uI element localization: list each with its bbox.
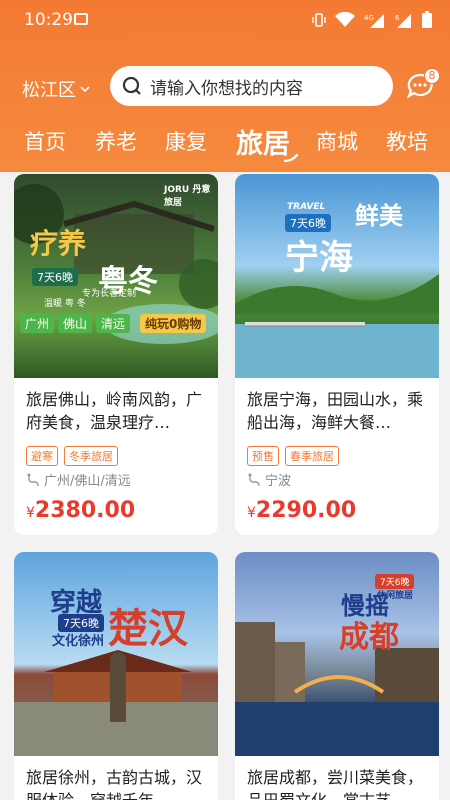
location-text: 广州/佛山/清远 bbox=[44, 474, 131, 489]
tab-mall[interactable]: 商城 bbox=[316, 126, 358, 156]
brand-logo-text: JORU 丹意旅居 bbox=[164, 185, 211, 208]
product-card[interactable]: 慢摇 7天6晚 休闲旅居 成都 旅居成都，尝川菜美食，品巴蜀文化，赏古艺… bbox=[235, 552, 439, 800]
image-chip-2: 佛山 bbox=[58, 314, 93, 333]
vibrate-icon bbox=[312, 12, 326, 27]
tab-education[interactable]: 教培 bbox=[386, 126, 428, 156]
product-card[interactable]: TRAVEL 鲜美 7天6晚 宁海 旅居宁海，田园山水，乘船出海，海鲜大餐… 预… bbox=[235, 174, 439, 535]
product-tags: 预售 春季旅居 bbox=[247, 446, 339, 466]
image-days-badge: 7天6晚 bbox=[32, 268, 78, 286]
product-tag: 避寒 bbox=[26, 446, 58, 466]
palace-illustration bbox=[14, 650, 218, 756]
product-image: TRAVEL 鲜美 7天6晚 宁海 bbox=[235, 174, 439, 378]
location-search-bar: 松江区 请输入你想找的内容 8 bbox=[0, 66, 450, 108]
product-title: 旅居宁海，田园山水，乘船出海，海鲜大餐… bbox=[247, 390, 424, 432]
image-title-2: 楚汉 bbox=[108, 606, 188, 652]
battery-icon bbox=[422, 11, 432, 28]
image-chip-3: 清远 bbox=[96, 314, 131, 333]
status-time: 10:29 bbox=[24, 10, 73, 30]
product-card[interactable]: 穿越 7天6晚 文化徐州 楚汉 旅居徐州，古韵古城，汉服体验，穿越千年… bbox=[14, 552, 218, 800]
wifi-icon bbox=[335, 11, 355, 27]
product-title: 旅居徐州，古韵古城，汉服体验，穿越千年… bbox=[26, 768, 203, 800]
image-title-2: 成都 bbox=[339, 620, 399, 655]
price-value: 2290.00 bbox=[255, 498, 357, 523]
route-icon bbox=[27, 473, 39, 486]
active-tab-indicator bbox=[284, 154, 298, 162]
signal-icon: 6 bbox=[395, 13, 411, 28]
image-days-badge: 7天6晚 bbox=[375, 574, 415, 589]
district-label: 松江区 bbox=[22, 80, 76, 101]
image-english-title: TRAVEL bbox=[287, 202, 326, 212]
image-chip-1: 广州 bbox=[20, 314, 55, 333]
product-tag: 冬季旅居 bbox=[64, 446, 118, 466]
svg-text:4G: 4G bbox=[364, 14, 374, 22]
district-selector[interactable]: 松江区 bbox=[22, 76, 90, 102]
product-title: 旅居成都，尝川菜美食，品巴蜀文化，赏古艺… bbox=[247, 768, 424, 800]
status-icons: 4G 6 bbox=[312, 11, 432, 28]
gallery-notification-icon bbox=[74, 13, 88, 25]
message-badge: 8 bbox=[424, 68, 440, 84]
app-header: 10:29 4G 6 松江区 请输入你想找的内容 8 首页 养老 康复 旅居 商… bbox=[0, 0, 450, 172]
image-promo-badge: 纯玩0购物 bbox=[140, 314, 207, 333]
location-text: 宁波 bbox=[265, 474, 292, 489]
image-subtitle: 文化徐州 bbox=[52, 634, 105, 649]
image-title-1: 疗养 bbox=[30, 227, 87, 260]
product-location: 广州/佛山/清远 bbox=[26, 470, 131, 489]
product-price: ¥2380.00 bbox=[26, 498, 135, 523]
product-title: 旅居佛山，岭南风韵，广府美食，温泉理疗… bbox=[26, 390, 203, 432]
image-title-1: 鲜美 bbox=[355, 202, 403, 230]
product-card[interactable]: JORU 丹意旅居 疗养 7天6晚 粤冬 专为长者定制 温暖 粤 冬 广州 佛山… bbox=[14, 174, 218, 535]
search-input[interactable]: 请输入你想找的内容 bbox=[110, 66, 393, 106]
product-tag: 预售 bbox=[247, 446, 279, 466]
search-icon bbox=[122, 76, 141, 95]
image-subtitle-1: 专为长者定制 bbox=[82, 289, 137, 299]
product-image: 穿越 7天6晚 文化徐州 楚汉 bbox=[14, 552, 218, 756]
chevron-down-icon bbox=[80, 86, 90, 93]
price-currency: ¥ bbox=[247, 505, 256, 521]
product-price: ¥2290.00 bbox=[247, 498, 356, 523]
image-subtitle: 休闲旅居 bbox=[377, 591, 414, 601]
category-tabs: 首页 养老 康复 旅居 商城 教培 bbox=[0, 120, 450, 164]
product-location: 宁波 bbox=[247, 470, 291, 489]
product-image: JORU 丹意旅居 疗养 7天6晚 粤冬 专为长者定制 温暖 粤 冬 广州 佛山… bbox=[14, 174, 218, 378]
image-subtitle-2: 温暖 粤 冬 bbox=[44, 299, 86, 309]
tab-home[interactable]: 首页 bbox=[24, 126, 66, 156]
image-title-2: 宁海 bbox=[285, 238, 353, 278]
product-tags: 避寒 冬季旅居 bbox=[26, 446, 118, 466]
price-currency: ¥ bbox=[26, 505, 35, 521]
status-bar: 10:29 4G 6 bbox=[0, 0, 450, 40]
price-value: 2380.00 bbox=[34, 498, 136, 523]
product-tag: 春季旅居 bbox=[285, 446, 339, 466]
tab-travel-living[interactable]: 旅居 bbox=[236, 122, 290, 161]
route-icon bbox=[248, 473, 260, 486]
signal-4g-icon: 4G bbox=[364, 13, 384, 28]
tab-elderly-care[interactable]: 养老 bbox=[95, 126, 137, 156]
tab-rehab[interactable]: 康复 bbox=[165, 126, 207, 156]
search-placeholder: 请输入你想找的内容 bbox=[150, 78, 303, 99]
svg-text:6: 6 bbox=[395, 14, 400, 22]
product-image: 慢摇 7天6晚 休闲旅居 成都 bbox=[235, 552, 439, 756]
